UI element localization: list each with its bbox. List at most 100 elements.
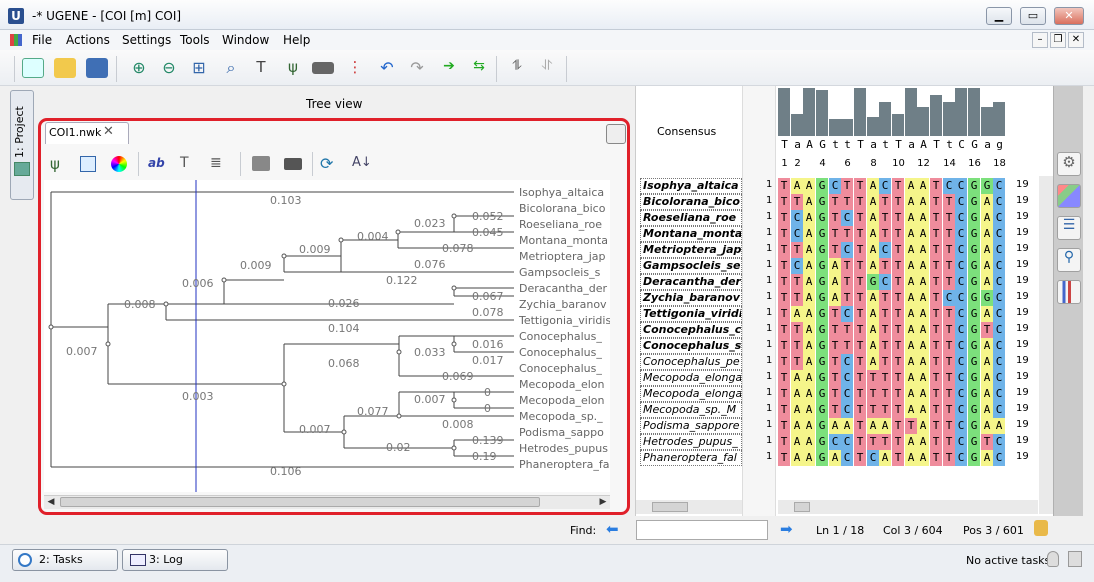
- sequence-cell[interactable]: T: [791, 322, 803, 338]
- tree-settings-icon[interactable]: ⚲: [1057, 248, 1081, 272]
- sequence-cell[interactable]: A: [917, 178, 929, 194]
- labels-icon[interactable]: ab: [148, 156, 165, 170]
- sequence-cell[interactable]: A: [867, 290, 879, 306]
- sequence-cell[interactable]: G: [968, 434, 980, 450]
- sequence-cell[interactable]: A: [981, 354, 993, 370]
- sequence-cell[interactable]: T: [791, 354, 803, 370]
- sequence-cell[interactable]: C: [879, 274, 891, 290]
- sequence-cell[interactable]: T: [854, 338, 866, 354]
- sequence-cell[interactable]: A: [905, 354, 917, 370]
- sequence-cell[interactable]: T: [930, 258, 942, 274]
- sequence-cell[interactable]: T: [943, 434, 955, 450]
- sequence-cell[interactable]: C: [955, 194, 967, 210]
- open-folder-icon[interactable]: [54, 58, 76, 78]
- sequence-cell[interactable]: T: [905, 418, 917, 434]
- highlighting-icon[interactable]: [1057, 184, 1081, 208]
- sequence-cell[interactable]: A: [981, 450, 993, 466]
- sequence-cell[interactable]: G: [816, 226, 828, 242]
- sequence-cell[interactable]: G: [968, 386, 980, 402]
- sequence-cell[interactable]: A: [791, 178, 803, 194]
- sequence-cell[interactable]: T: [943, 354, 955, 370]
- menu-actions[interactable]: Actions: [66, 33, 110, 47]
- sequence-cell[interactable]: T: [867, 370, 879, 386]
- sequence-cell[interactable]: T: [867, 386, 879, 402]
- sequence-name[interactable]: Tettigonia_viridis: [640, 306, 742, 322]
- sequence-name[interactable]: Zychia_baranov: [640, 290, 742, 306]
- sequence-cell[interactable]: G: [968, 290, 980, 306]
- menu-window[interactable]: Window: [222, 33, 269, 47]
- sequence-cell[interactable]: A: [803, 242, 815, 258]
- sequence-cell[interactable]: C: [791, 210, 803, 226]
- sequence-cell[interactable]: A: [917, 306, 929, 322]
- print-icon[interactable]: [252, 156, 270, 171]
- sequence-cell[interactable]: C: [943, 290, 955, 306]
- tab-close-icon[interactable]: ✕: [103, 124, 114, 139]
- sequence-cell[interactable]: G: [968, 226, 980, 242]
- sequence-cell[interactable]: G: [968, 210, 980, 226]
- branch-settings-icon[interactable]: [80, 156, 96, 172]
- sequence-cell[interactable]: A: [981, 338, 993, 354]
- sequence-cell[interactable]: A: [791, 386, 803, 402]
- sequence-cell[interactable]: T: [892, 194, 904, 210]
- sequence-cell[interactable]: G: [816, 194, 828, 210]
- sequence-cell[interactable]: T: [791, 290, 803, 306]
- sequence-cell[interactable]: A: [803, 306, 815, 322]
- sequence-cell[interactable]: G: [816, 418, 828, 434]
- sequence-cell[interactable]: A: [867, 338, 879, 354]
- sequence-cell[interactable]: G: [981, 290, 993, 306]
- sequence-cell[interactable]: C: [993, 258, 1005, 274]
- sequence-cell[interactable]: T: [867, 434, 879, 450]
- sequence-cell[interactable]: C: [993, 450, 1005, 466]
- sequence-cell[interactable]: T: [879, 210, 891, 226]
- sequence-cell[interactable]: A: [917, 242, 929, 258]
- mdi-close-button[interactable]: ✕: [1068, 32, 1084, 48]
- sequence-cell[interactable]: T: [854, 354, 866, 370]
- sequence-cell[interactable]: T: [778, 274, 790, 290]
- sequence-cell[interactable]: A: [981, 274, 993, 290]
- sequence-cell[interactable]: A: [803, 178, 815, 194]
- sequence-cell[interactable]: T: [829, 194, 841, 210]
- sequence-cell[interactable]: T: [892, 258, 904, 274]
- sequence-cell[interactable]: A: [917, 370, 929, 386]
- sequence-cell[interactable]: A: [917, 274, 929, 290]
- sequence-cell[interactable]: C: [993, 322, 1005, 338]
- sequence-name[interactable]: Mecopoda_elonga: [640, 370, 742, 386]
- sequence-cell[interactable]: G: [816, 242, 828, 258]
- sequence-cell[interactable]: C: [841, 402, 853, 418]
- sequence-cell[interactable]: A: [905, 290, 917, 306]
- refresh-icon[interactable]: ⟳: [320, 154, 333, 173]
- sequence-cell[interactable]: A: [917, 450, 929, 466]
- sequence-cell[interactable]: G: [816, 434, 828, 450]
- sequence-cell[interactable]: T: [930, 306, 942, 322]
- sequence-cell[interactable]: A: [829, 258, 841, 274]
- sequence-cell[interactable]: T: [829, 402, 841, 418]
- sequence-cell[interactable]: G: [968, 370, 980, 386]
- sequence-cell[interactable]: T: [892, 354, 904, 370]
- sequence-cell[interactable]: C: [993, 226, 1005, 242]
- sequence-cell[interactable]: G: [981, 178, 993, 194]
- sequence-name[interactable]: Hetrodes_pupus_: [640, 434, 742, 450]
- sequence-cell[interactable]: T: [879, 306, 891, 322]
- mdi-restore-button[interactable]: ❐: [1050, 32, 1066, 48]
- sequence-cell[interactable]: T: [778, 322, 790, 338]
- sequence-cell[interactable]: T: [930, 194, 942, 210]
- sequence-cell[interactable]: C: [955, 434, 967, 450]
- sequence-cell[interactable]: A: [867, 322, 879, 338]
- sequence-cell[interactable]: C: [841, 386, 853, 402]
- sequence-cell[interactable]: T: [930, 178, 942, 194]
- sequence-cell[interactable]: C: [791, 226, 803, 242]
- sequence-cell[interactable]: A: [981, 194, 993, 210]
- sequence-cell[interactable]: T: [981, 322, 993, 338]
- maximize-button[interactable]: ▭: [1020, 7, 1046, 25]
- sequence-cell[interactable]: C: [867, 450, 879, 466]
- sequence-cell[interactable]: T: [879, 402, 891, 418]
- sequence-scroll-thumb[interactable]: [794, 502, 810, 512]
- sequence-cell[interactable]: C: [829, 178, 841, 194]
- sequence-cell[interactable]: T: [943, 338, 955, 354]
- sequence-name[interactable]: Metrioptera_jap: [640, 242, 742, 258]
- sequence-cell[interactable]: T: [930, 402, 942, 418]
- names-scroll-thumb[interactable]: [652, 502, 688, 512]
- new-project-icon[interactable]: [22, 58, 44, 78]
- sequence-cell[interactable]: T: [930, 418, 942, 434]
- sequence-name[interactable]: Deracantha_der: [640, 274, 742, 290]
